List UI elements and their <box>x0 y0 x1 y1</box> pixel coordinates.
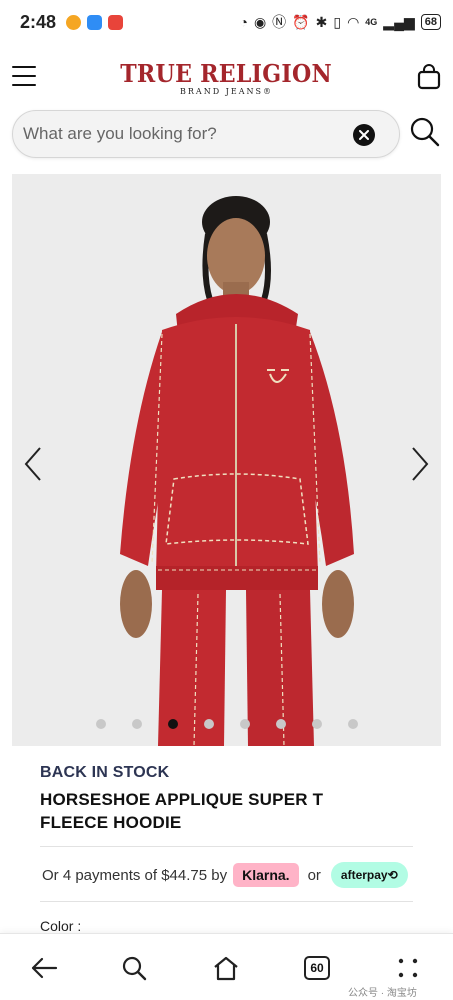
gallery-pagination <box>12 719 441 729</box>
next-image-button[interactable] <box>407 444 433 484</box>
status-time: 2:48 <box>20 11 57 32</box>
shop-notification-icon <box>108 14 124 30</box>
page: 2:48 ◔ ◉ Ⓝ ⏰ ✱ ▯ ◠ 4G ▂▄▆ 68 TRUE RELIGI… <box>0 0 453 1000</box>
site-header: TRUE RELIGION BRAND JEANS® <box>0 44 453 110</box>
bluetooth-icon: ✱ <box>315 14 328 30</box>
app-notification-icon <box>87 14 103 30</box>
tabs-button[interactable]: 60 <box>301 952 333 984</box>
search-row <box>0 110 453 162</box>
logo-subtext: BRAND JEANS® <box>180 86 273 96</box>
wifi-icon: ◠ <box>347 14 360 30</box>
product-title: HORSESHOE APPLIQUE SUPER T FLEECE HOODIE <box>40 790 324 832</box>
clear-search-button[interactable] <box>353 124 375 146</box>
battery-indicator: 68 <box>420 14 441 30</box>
gallery-dot[interactable] <box>95 719 106 729</box>
stock-status: BACK IN STOCK <box>40 764 170 781</box>
status-indicators: ◔ ◉ Ⓝ ⏰ ✱ ▯ ◠ 4G ▂▄▆ 68 <box>239 14 441 30</box>
gallery-dot-active[interactable] <box>167 719 178 729</box>
color-label: Color : <box>40 918 82 934</box>
gallery-dot[interactable] <box>347 719 358 729</box>
more-icon <box>398 958 418 978</box>
home-button[interactable] <box>210 952 242 984</box>
installment-text: Or 4 payments of $44.75 by <box>42 866 228 884</box>
divider <box>40 846 413 847</box>
product-image-gallery[interactable] <box>12 174 441 746</box>
close-icon <box>359 130 369 140</box>
product-info: BACK IN STOCK HORSESHOE APPLIQUE SUPER T… <box>40 764 420 834</box>
gallery-dot[interactable] <box>203 719 214 729</box>
alarm-icon: ⏰ <box>292 14 310 30</box>
search-button[interactable] <box>409 116 441 148</box>
back-arrow-icon <box>31 957 58 979</box>
menu-icon-line <box>12 74 36 78</box>
search-nav-button[interactable] <box>118 952 150 984</box>
logo-text: TRUE RELIGION <box>120 58 333 88</box>
installment-options: Or 4 payments of $44.75 by Klarna. or af… <box>42 862 422 888</box>
eye-icon: ◉ <box>253 14 267 30</box>
product-photo <box>12 174 441 746</box>
brand-logo[interactable]: TRUE RELIGION BRAND JEANS® <box>111 59 341 96</box>
search-input[interactable] <box>23 124 343 144</box>
watermark-text: 公众号 · 淘宝坊 <box>348 988 417 999</box>
speed-icon: ◔ <box>239 14 248 30</box>
vibrate-icon: ▯ <box>333 14 342 30</box>
menu-icon-line <box>12 83 36 86</box>
weibo-notification-icon <box>66 14 82 30</box>
gallery-dot[interactable] <box>239 719 250 729</box>
shopping-bag-button[interactable] <box>417 64 441 90</box>
search-icon <box>122 956 147 981</box>
gallery-dot[interactable] <box>131 719 142 729</box>
nfc-icon: Ⓝ <box>272 14 287 30</box>
gallery-dot[interactable] <box>275 719 286 729</box>
or-text: or <box>307 866 321 884</box>
klarna-button[interactable]: Klarna. <box>233 863 299 887</box>
chevron-right-icon <box>412 447 429 481</box>
search-icon <box>410 117 440 147</box>
shopping-bag-icon <box>417 64 441 90</box>
afterpay-button[interactable]: afterpay⟲ <box>330 862 408 888</box>
chevron-left-icon <box>24 447 41 481</box>
status-bar: 2:48 ◔ ◉ Ⓝ ⏰ ✱ ▯ ◠ 4G ▂▄▆ 68 <box>0 0 453 44</box>
tab-count: 60 <box>304 956 330 980</box>
divider <box>40 901 413 902</box>
previous-image-button[interactable] <box>20 444 46 484</box>
menu-button[interactable] <box>12 66 36 86</box>
network-label: 4G <box>365 17 378 27</box>
more-button[interactable] <box>392 952 424 984</box>
gallery-dot[interactable] <box>311 719 322 729</box>
home-icon <box>214 956 238 981</box>
notification-icons <box>66 14 124 30</box>
menu-icon-line <box>12 66 36 69</box>
signal-icon: ▂▄▆ <box>383 14 415 30</box>
browser-bottom-nav: 60 公众号 · 淘宝坊 <box>0 933 453 1000</box>
search-box <box>12 110 400 158</box>
back-button[interactable] <box>28 952 60 984</box>
